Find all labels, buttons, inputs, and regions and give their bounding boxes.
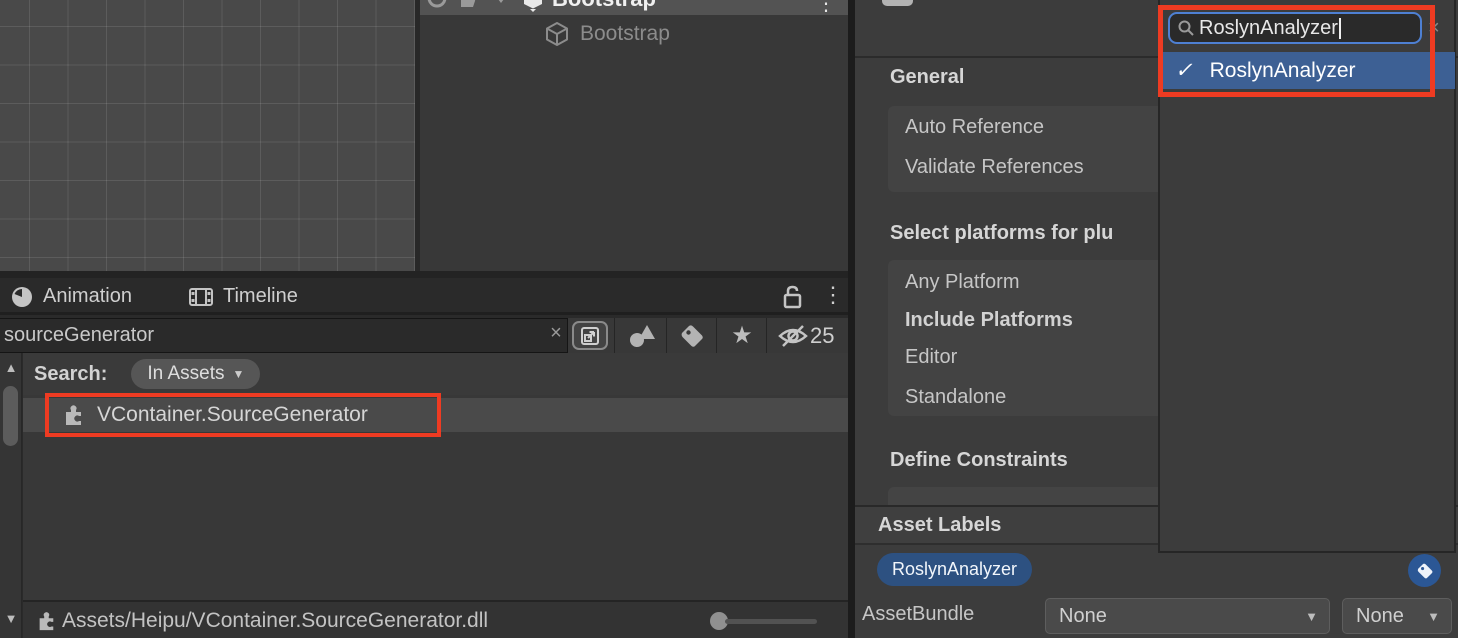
results-scrollbar[interactable]: ▲ ▼ [0,353,22,638]
prefab-root-icon [520,0,546,12]
tab-label: Timeline [223,285,298,308]
horizontal-divider[interactable] [0,271,850,278]
label-filter-button[interactable] [668,318,716,353]
scope-value: In Assets [147,363,224,385]
search-query-text: sourceGenerator [4,324,154,347]
tab-label: Animation [43,285,132,308]
popout-window-icon [579,325,601,347]
unlock-icon[interactable] [780,284,804,310]
inspector-tab-remnant [882,0,913,6]
chevron-down-icon: ▼ [1427,609,1440,624]
tab-timeline[interactable]: Timeline [188,278,298,315]
tab-animation[interactable]: Animation [10,278,132,315]
shapes-icon [627,323,657,349]
bottom-pane-tabbar: Animation Timeline ⋮ [0,278,850,315]
toolbar-separator [666,318,667,353]
assetbundle-variant-dropdown[interactable]: None ▼ [1342,598,1452,634]
gameobject-cube-icon [544,21,570,47]
clock-icon [10,285,34,309]
favorites-button[interactable]: ★ [718,318,766,353]
any-platform-label: Any Platform [905,271,1019,294]
inspector-divider[interactable] [848,0,855,638]
kebab-menu-icon[interactable]: ⋮ [816,0,836,15]
prefab-title: Bootstrap [552,0,656,12]
asset-labels-title: Asset Labels [878,514,1001,537]
search-scope-row: Search: In Assets ▼ [23,353,850,395]
validate-references-label: Validate References [905,156,1084,179]
assetbundle-label: AssetBundle [862,603,974,626]
platforms-section-header: Select platforms for plu [890,222,1113,245]
chip-label: RoslynAnalyzer [892,559,1017,580]
scroll-down-icon[interactable]: ▼ [0,611,22,626]
chevron-down-icon: ▼ [232,367,244,381]
foldout-arrow-icon[interactable] [492,0,510,3]
scrollbar-thumb[interactable] [3,386,18,446]
project-status-bar: Assets/Heipu/VContainer.SourceGenerator.… [23,600,850,638]
hierarchy-panel: Bootstrap ⋮ Bootstrap [420,0,850,271]
kebab-menu-icon[interactable]: ⋮ [822,282,844,308]
star-icon: ★ [731,321,753,350]
annotation-rect-popup [1158,5,1435,97]
prefab-header-bar[interactable]: Bootstrap ⋮ [420,0,850,15]
open-search-window-button[interactable] [572,321,608,350]
general-section-header: General [890,66,964,89]
editor-label: Editor [905,346,957,369]
scene-grid-viewport[interactable] [0,0,415,271]
scope-dropdown[interactable]: In Assets ▼ [131,359,260,389]
scene-visibility-icon[interactable] [426,0,448,9]
edit-labels-button[interactable] [1408,554,1441,587]
hidden-items-button[interactable] [772,318,814,353]
toolbar-separator [614,318,615,353]
scroll-up-icon[interactable]: ▲ [0,360,22,375]
auto-reference-label: Auto Reference [905,116,1044,139]
picking-icon[interactable] [456,0,478,9]
asset-label-chip[interactable]: RoslynAnalyzer [877,553,1032,586]
toolbar-separator [716,318,717,353]
project-search-toolbar: sourceGenerator × ★ 25 [0,318,850,353]
tag-icon [679,323,705,349]
chevron-down-icon: ▼ [1305,609,1318,624]
hierarchy-item-bootstrap[interactable]: Bootstrap [420,18,850,50]
film-strip-icon [188,285,214,309]
constraints-section-header: Define Constraints [890,449,1068,472]
scope-label: Search: [34,363,107,386]
toolbar-separator [766,318,767,353]
unity-editor-window: Bootstrap ⋮ Bootstrap Animation Timeline… [0,0,1458,638]
hidden-count: 25 [810,318,834,353]
hierarchy-item-label: Bootstrap [580,22,670,46]
eye-off-icon [777,322,809,350]
assetbundle-name-dropdown[interactable]: None ▼ [1045,598,1330,634]
annotation-rect-result [45,393,441,437]
tag-icon [1416,562,1434,580]
include-platforms-label: Include Platforms [905,309,1073,332]
search-input[interactable]: sourceGenerator [0,318,568,353]
assetbundle-variant-value: None [1356,605,1404,628]
clear-search-icon[interactable]: × [546,322,566,345]
type-filter-button[interactable] [618,318,666,353]
assetbundle-name-value: None [1059,605,1107,628]
selected-asset-path: Assets/Heipu/VContainer.SourceGenerator.… [62,609,488,633]
plugin-puzzle-icon [36,610,56,632]
thumbnail-zoom-slider[interactable] [725,619,817,624]
standalone-label: Standalone [905,386,1006,409]
